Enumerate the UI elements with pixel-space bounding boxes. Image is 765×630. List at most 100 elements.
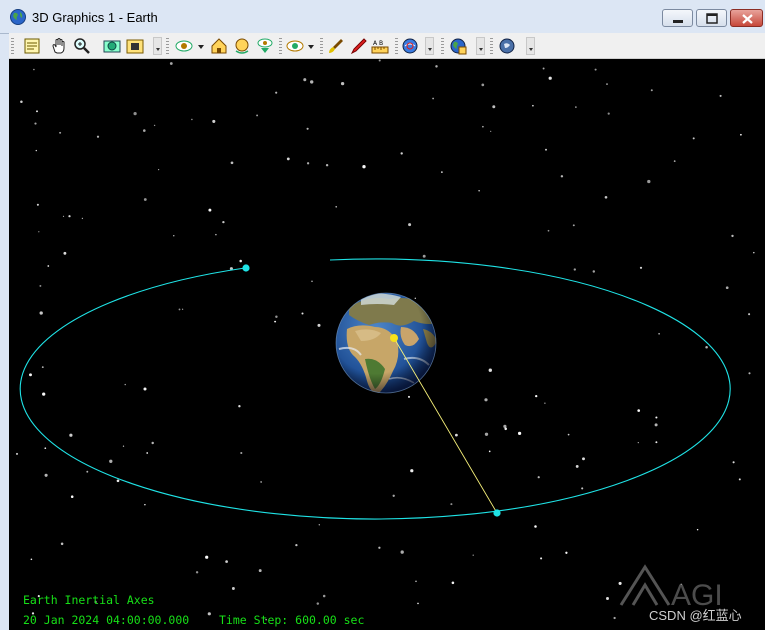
star — [572, 224, 575, 227]
csdn-credit: CSDN @红蓝心 — [649, 608, 742, 623]
toolbar-grip[interactable] — [11, 38, 14, 54]
star — [484, 432, 489, 436]
star — [606, 597, 609, 600]
star — [124, 383, 126, 386]
star — [400, 550, 404, 554]
star — [335, 205, 338, 208]
maximize-button[interactable] — [696, 9, 727, 27]
star — [732, 461, 735, 464]
earth-camera-icon[interactable] — [497, 36, 517, 56]
orbit-view-icon[interactable] — [285, 36, 305, 56]
time-step-label: Time Step: 600.00 sec — [219, 613, 365, 627]
satellite-marker-1[interactable] — [242, 264, 250, 272]
3d-viewport[interactable]: AGI Earth Inertial Axes 20 Jan 2024 04:0… — [9, 59, 765, 630]
star — [673, 160, 676, 162]
star — [146, 452, 149, 454]
star — [317, 323, 321, 327]
star — [41, 366, 44, 369]
star — [306, 162, 310, 165]
home-orbit-icon[interactable] — [232, 36, 252, 56]
map-snapshot-icon[interactable] — [102, 36, 122, 56]
star — [488, 368, 492, 372]
star — [639, 266, 643, 269]
satellite-marker-2[interactable] — [493, 509, 501, 517]
star — [565, 551, 568, 554]
star — [63, 251, 67, 255]
star — [133, 111, 137, 116]
record-camera-icon[interactable] — [125, 36, 145, 56]
home-view-icon[interactable] — [209, 36, 229, 56]
star — [173, 235, 175, 237]
star — [725, 286, 729, 290]
pan-hand-icon[interactable] — [49, 36, 69, 56]
pen-icon[interactable] — [349, 36, 369, 56]
star — [537, 476, 540, 479]
star — [432, 97, 434, 100]
earth-data-icon[interactable] — [448, 36, 468, 56]
star — [400, 152, 403, 155]
star — [153, 124, 156, 127]
star — [378, 59, 381, 62]
star — [325, 163, 329, 167]
toolbar-grip-7[interactable] — [490, 38, 493, 54]
view-from-eye-icon[interactable] — [174, 36, 194, 56]
earth-camera-dropdown[interactable] — [526, 37, 535, 55]
earth-globe[interactable] — [335, 292, 445, 394]
toolbar-grip-2[interactable] — [166, 38, 169, 54]
star — [258, 569, 262, 573]
star — [441, 171, 443, 173]
view-down-icon[interactable] — [255, 36, 275, 56]
close-button[interactable] — [730, 9, 763, 27]
star — [607, 112, 610, 115]
star — [143, 387, 147, 391]
star — [575, 106, 577, 108]
star — [573, 268, 576, 271]
star — [169, 62, 173, 65]
star — [44, 473, 48, 477]
star — [604, 195, 608, 199]
star — [231, 587, 235, 590]
star — [195, 571, 199, 574]
star — [647, 179, 651, 184]
zoom-icon[interactable] — [72, 36, 92, 56]
globe-dropdown[interactable] — [425, 37, 434, 55]
toolbar-grip-3[interactable] — [279, 38, 282, 54]
earth-data-dropdown[interactable] — [476, 37, 485, 55]
star — [362, 165, 366, 169]
orbit-options-dropdown[interactable] — [306, 36, 326, 56]
star — [240, 451, 243, 455]
star — [655, 441, 658, 444]
globe-tool-icon[interactable] — [400, 36, 420, 56]
ground-station-marker[interactable] — [390, 334, 398, 342]
svg-text:A B: A B — [373, 40, 383, 47]
camera-dropdown[interactable] — [153, 37, 162, 55]
star — [69, 433, 73, 437]
toolbar-grip-6[interactable] — [441, 38, 444, 54]
ruler-icon[interactable]: A B — [370, 36, 390, 56]
star — [306, 127, 309, 130]
brush-icon[interactable] — [326, 36, 346, 56]
star — [33, 68, 35, 71]
star — [417, 602, 419, 605]
star — [286, 157, 290, 161]
star — [532, 104, 534, 107]
star — [392, 494, 395, 497]
star — [143, 129, 146, 132]
star — [225, 560, 228, 563]
star — [122, 445, 125, 447]
star — [478, 190, 480, 192]
window-frame — [0, 34, 9, 630]
star — [81, 217, 84, 220]
star — [311, 280, 313, 283]
star — [535, 394, 538, 398]
properties-icon[interactable] — [22, 36, 42, 56]
star — [208, 208, 212, 212]
star — [303, 78, 307, 82]
minimize-button[interactable] — [662, 9, 693, 27]
star — [59, 131, 62, 134]
toolbar-grip-4[interactable] — [320, 38, 323, 54]
toolbar-grip-5[interactable] — [395, 38, 398, 54]
star — [548, 76, 552, 80]
star — [230, 161, 234, 165]
star — [39, 284, 42, 287]
